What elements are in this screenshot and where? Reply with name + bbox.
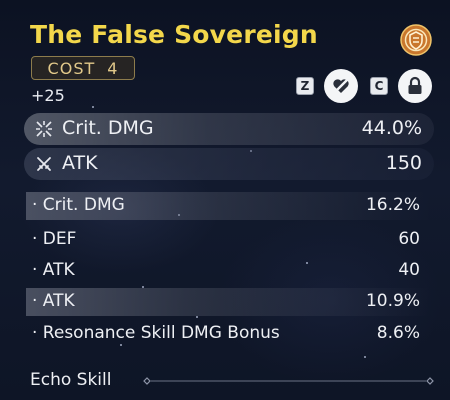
substat-row: · Crit. DMG 16.2%: [26, 192, 430, 220]
crossed-swords-icon: [37, 157, 51, 171]
substat-value: 16.2%: [365, 195, 420, 215]
lock-toggle-button[interactable]: [398, 69, 432, 103]
echo-name-title: The False Sovereign: [30, 20, 318, 49]
substat-value: 40: [398, 260, 420, 280]
substat-value: 10.9%: [365, 291, 420, 311]
echo-skill-heading: Echo Skill: [30, 370, 112, 390]
substat-label: · Crit. DMG: [32, 195, 125, 215]
heart-slash-icon: [333, 78, 349, 94]
secondary-main-stat-row: ATK 150: [24, 148, 434, 180]
substat-row: · ATK 10.9%: [26, 288, 430, 316]
lock-hotkey-badge: C: [370, 77, 388, 95]
cost-value: 4: [107, 58, 119, 78]
substat-row: · Resonance Skill DMG Bonus 8.6%: [26, 320, 430, 348]
background-star: [196, 316, 198, 318]
substat-label: · ATK: [32, 291, 75, 311]
lock-icon: [408, 76, 422, 94]
main-stat-label: Crit. DMG: [62, 117, 154, 139]
cost-label: COST: [47, 58, 96, 78]
substat-label: · ATK: [32, 260, 75, 280]
section-divider: [143, 377, 434, 385]
crit-burst-icon: [36, 121, 52, 137]
substat-label: · DEF: [32, 229, 77, 249]
substat-value: 8.6%: [376, 323, 420, 343]
discard-hotkey-badge: Z: [296, 77, 314, 95]
background-star: [92, 106, 94, 108]
substat-row: · DEF 60: [26, 226, 430, 254]
substat-label: · Resonance Skill DMG Bonus: [32, 323, 280, 343]
cost-badge: COST 4: [31, 56, 135, 80]
secondary-main-stat-label: ATK: [62, 152, 98, 174]
faction-crest-icon: [400, 24, 432, 56]
discard-toggle-button[interactable]: [324, 69, 358, 103]
substat-row: · ATK 40: [26, 257, 430, 285]
echo-level: +25: [31, 86, 65, 105]
background-star: [364, 356, 366, 358]
main-stat-value: 44.0%: [361, 117, 422, 139]
main-stat-row: Crit. DMG 44.0%: [24, 113, 434, 145]
substat-value: 60: [398, 229, 420, 249]
secondary-main-stat-value: 150: [385, 152, 422, 174]
